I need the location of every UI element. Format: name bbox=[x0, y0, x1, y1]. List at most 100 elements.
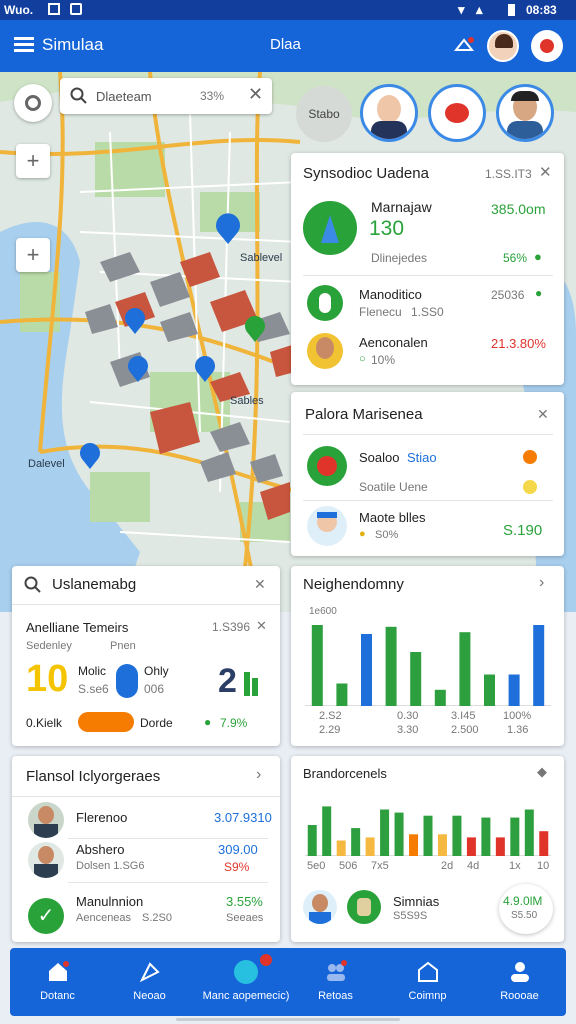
chevron-right-icon[interactable]: › bbox=[539, 574, 544, 592]
signal-icon: ▴ bbox=[476, 2, 483, 17]
footer-name: Simnias bbox=[393, 894, 440, 909]
value-bubble[interactable]: 4.9.0lM S5.50 bbox=[499, 884, 553, 934]
footer-pct: 7.9% bbox=[220, 716, 248, 730]
tab-label[interactable]: Pnen bbox=[110, 640, 136, 652]
chart-bar bbox=[361, 634, 372, 706]
check-icon: ✓ bbox=[28, 898, 64, 934]
nav-item-reports[interactable]: Retoas bbox=[288, 948, 383, 1022]
chart-bar bbox=[481, 817, 491, 856]
stat-sub: S.se6 bbox=[78, 682, 109, 696]
row3-sub: Aenceneas bbox=[76, 912, 132, 924]
bell-icon[interactable] bbox=[452, 34, 476, 58]
nav-item-profile[interactable]: Roooae bbox=[472, 948, 567, 1022]
chart-bar bbox=[410, 652, 422, 706]
footer-label: 0.Kielk bbox=[26, 716, 63, 730]
locate-button[interactable] bbox=[14, 84, 52, 122]
building-icon bbox=[418, 961, 438, 982]
image-icon bbox=[70, 3, 82, 15]
settings-icon[interactable]: ◆ bbox=[537, 764, 547, 780]
main-sub: Dlinejedes bbox=[371, 251, 428, 265]
mini-bar bbox=[252, 678, 258, 696]
nav-item-community[interactable]: Coimnp bbox=[380, 948, 475, 1022]
avatar[interactable] bbox=[487, 30, 519, 62]
chevron-right-icon[interactable]: › bbox=[256, 766, 261, 784]
row1-tag: Stiao bbox=[407, 450, 437, 465]
chart-bar bbox=[434, 689, 446, 706]
x-label: 100% bbox=[503, 710, 532, 722]
search-input[interactable]: Dlaeteam bbox=[96, 89, 152, 104]
search-icon bbox=[24, 576, 41, 593]
row3-sub2: S.2S0 bbox=[142, 912, 172, 924]
avatar[interactable] bbox=[428, 84, 486, 142]
row3-value: S.190 bbox=[503, 522, 543, 539]
star-icon: ● bbox=[359, 528, 366, 540]
chart-bar bbox=[437, 834, 447, 856]
map-bubble[interactable]: Stabo bbox=[296, 86, 352, 142]
avatar bbox=[303, 890, 337, 924]
close-icon[interactable]: ✕ bbox=[248, 84, 263, 105]
big-stat: 10 bbox=[26, 658, 69, 700]
profile-icon[interactable] bbox=[531, 30, 563, 62]
status-icon: ● bbox=[535, 286, 543, 300]
x-label: 4d bbox=[467, 860, 480, 872]
chart-bar bbox=[539, 831, 549, 856]
nav-item-home[interactable]: Dotanc bbox=[10, 948, 105, 1022]
park-icon bbox=[307, 285, 343, 321]
action-button[interactable] bbox=[78, 712, 134, 732]
card-title: Neighendomny bbox=[303, 576, 404, 593]
map-search-bar[interactable]: Dlaeteam 33% ✕ bbox=[60, 78, 272, 114]
avatar bbox=[307, 506, 347, 546]
card-title: Flansol Iclyorgeraes bbox=[26, 768, 161, 785]
close-icon[interactable]: ✕ bbox=[254, 576, 266, 593]
people-icon bbox=[327, 960, 347, 981]
avatar[interactable] bbox=[496, 84, 554, 142]
financial-card: Flansol Iclyorgeraes › Flerenoo 3.07.931… bbox=[12, 756, 280, 942]
x-label: 2.500 bbox=[451, 724, 479, 736]
x-label: 3.I45 bbox=[451, 710, 476, 722]
zoom-out-button[interactable]: + bbox=[16, 238, 50, 272]
menu-icon[interactable] bbox=[14, 37, 34, 53]
chart-bar bbox=[380, 809, 390, 856]
close-icon[interactable]: ✕ bbox=[537, 406, 549, 423]
nav-label: Roooae bbox=[500, 990, 539, 1002]
row2-name: Abshero bbox=[76, 842, 125, 857]
x-label: 2.S2 bbox=[319, 710, 342, 722]
nav-label: Retoas bbox=[318, 990, 353, 1002]
search-badge: 33% bbox=[200, 89, 225, 103]
row3-sub: S0% bbox=[375, 529, 399, 541]
card-code: 1.SS.IT3 bbox=[485, 167, 532, 181]
avatar[interactable] bbox=[360, 84, 418, 142]
row1-value: 25036 bbox=[491, 288, 525, 302]
main-amount: 385.0om bbox=[491, 201, 546, 217]
chart-bar bbox=[452, 815, 462, 856]
row2-sub: 10% bbox=[371, 353, 396, 367]
x-label: 2.29 bbox=[319, 724, 341, 736]
nav-item-main[interactable]: Manc aopemecic) bbox=[190, 948, 302, 1022]
nav-item-news[interactable]: Neoao bbox=[102, 948, 197, 1022]
chart-bar bbox=[365, 837, 375, 856]
close-icon[interactable]: ✕ bbox=[256, 618, 267, 634]
row1-sub2: 1.SS0 bbox=[411, 305, 444, 319]
row3-value2: Seeaes bbox=[226, 912, 264, 924]
chart-bar bbox=[423, 815, 433, 856]
row3-name: Manulnnion bbox=[76, 894, 144, 909]
chart-bar bbox=[524, 809, 534, 856]
avatar bbox=[307, 333, 343, 369]
chart-bar bbox=[510, 817, 520, 856]
status-icon bbox=[523, 480, 537, 494]
row2-name: Soatile Uene bbox=[359, 480, 428, 494]
summary-card: Uslanemabg ✕ Anelliane Temeirs 1.S396 ✕ … bbox=[12, 566, 280, 746]
stat-label: Molic bbox=[78, 664, 107, 678]
chart-bar bbox=[466, 837, 476, 856]
nav-label: Coimnp bbox=[408, 990, 447, 1002]
page-title: Dlaa bbox=[270, 36, 301, 53]
status-bar: Wuo. ▾ ▴ 08:83 bbox=[0, 0, 576, 20]
x-label: 5e0 bbox=[307, 860, 326, 872]
zoom-in-button[interactable]: + bbox=[16, 144, 50, 178]
chart-bar bbox=[322, 806, 332, 856]
check-icon: ● bbox=[204, 715, 212, 729]
avatar bbox=[347, 890, 381, 924]
close-icon[interactable]: ✕ bbox=[539, 163, 552, 181]
chart-bar bbox=[484, 674, 495, 706]
tab-label[interactable]: Sedenley bbox=[26, 640, 72, 652]
